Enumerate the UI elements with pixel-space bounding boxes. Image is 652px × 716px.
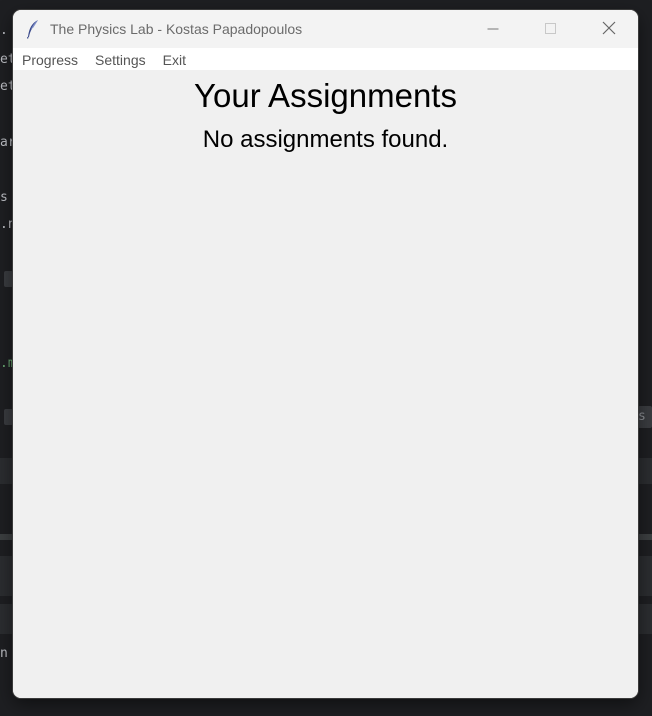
minimize-button[interactable]: [464, 10, 522, 48]
close-button[interactable]: [580, 10, 638, 48]
feather-icon: [25, 19, 41, 39]
maximize-button[interactable]: [522, 10, 580, 48]
menu-bar: Progress Settings Exit: [13, 48, 638, 70]
main-content: Your Assignments No assignments found.: [13, 70, 638, 698]
background-editor-chip: [4, 409, 13, 425]
menu-settings[interactable]: Settings: [88, 48, 153, 70]
title-bar[interactable]: The Physics Lab - Kostas Papadopoulos: [13, 10, 638, 48]
background-editor-chip: [4, 271, 13, 287]
empty-state-message: No assignments found.: [202, 126, 449, 153]
page-title: Your Assignments: [194, 77, 457, 114]
minimize-icon: [487, 20, 499, 39]
background-editor-text: .: [0, 23, 8, 38]
window-controls: [464, 10, 638, 48]
app-window: The Physics Lab - Kostas Papadopoulos Pr…: [13, 10, 638, 698]
background-editor-text: s: [0, 190, 8, 205]
desktop-background: . et et ar s .n .m s n . The Physics Lab…: [0, 0, 652, 716]
close-icon: [602, 20, 616, 39]
background-editor-text: s: [638, 409, 646, 424]
window-title: The Physics Lab - Kostas Papadopoulos: [50, 21, 303, 37]
maximize-icon: [545, 20, 557, 39]
menu-progress[interactable]: Progress: [15, 48, 85, 70]
menu-exit[interactable]: Exit: [156, 48, 193, 70]
